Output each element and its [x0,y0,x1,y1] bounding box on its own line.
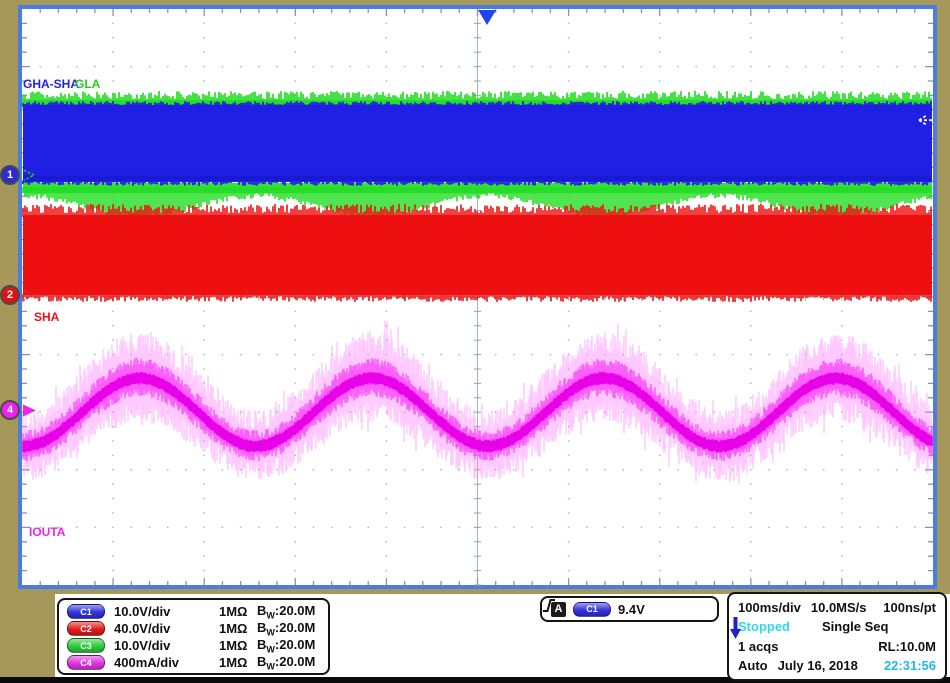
channel-row-c3: C3 10.0V/div1MΩBW:20.0M [67,637,320,654]
acq-state: Stopped [738,619,822,634]
channel-scale: 400mA/div [114,655,219,670]
channel-bandwidth: BW:20.0M [257,620,315,638]
trigger-readout-panel: A C1 9.4V [540,596,719,622]
record-length: RL:10.0M [878,639,936,654]
channel-position-marker-2[interactable]: 2 [0,285,20,305]
trace-label-c2: SHA [34,310,59,324]
time-value: 22:31:56 [884,658,936,673]
channel-bandwidth: BW:20.0M [257,654,315,672]
datetime-row: Auto July 16, 2018 22:31:56 [738,656,936,675]
down-arrow-icon [729,616,742,640]
channel-scale: 10.0V/div [114,638,219,653]
channel-badge-c2[interactable]: C2 [67,621,105,636]
acqs-row: 1 acqs RL:10.0M [738,637,936,656]
acquisition-panel: 100ms/div 10.0MS/s 100ns/pt Stopped Sing… [727,592,947,681]
trace-label-c1: GHA-SHA [23,77,79,91]
channel-row-c2: C2 40.0V/div1MΩBW:20.0M [67,620,320,637]
channel-row-c1: C1 10.0V/div1MΩBW:20.0M [67,603,320,620]
channel-badge-c3[interactable]: C3 [67,638,105,653]
date-value: July 16, 2018 [778,658,858,673]
channel-scale: 10.0V/div [114,604,219,619]
acq-count: 1 acqs [738,639,778,654]
trigger-mode: Auto [738,658,768,673]
channel-bandwidth: BW:20.0M [257,603,315,621]
trace-label-c3: GLA [75,77,100,91]
channel-impedance: 1MΩ [219,621,257,636]
resolution-value: 100ns/pt [883,600,936,615]
acq-mode: Single Seq [822,619,888,634]
oscilloscope-screen: GHA-SHA GLA SHA IOUTA 124 C110.0V/div1MΩ… [0,0,950,683]
channel-impedance: 1MΩ [219,604,257,619]
timebase-value: 100ms/div [738,600,801,615]
channel-impedance: 1MΩ [219,638,257,653]
trigger-source-badge: C1 [573,602,611,617]
channel-scale: 40.0V/div [114,621,219,636]
sample-rate-value: 10.0MS/s [811,600,867,615]
channel-row-c4: C4 400mA/div1MΩBW:20.0M [67,654,320,671]
rising-edge-icon [542,598,556,613]
channel-readout-panel: C110.0V/div1MΩBW:20.0MC240.0V/div1MΩBW:2… [57,598,330,675]
trigger-level-value: 9.4V [618,602,645,617]
waveform-display [0,0,950,592]
timebase-row: 100ms/div 10.0MS/s 100ns/pt [738,598,936,617]
channel-bandwidth: BW:20.0M [257,637,315,655]
channel-badge-c1[interactable]: C1 [67,604,105,619]
trace-label-c4: IOUTA [29,525,65,539]
state-row: Stopped Single Seq [738,617,936,636]
channel-badge-c4[interactable]: C4 [67,655,105,670]
channel-impedance: 1MΩ [219,655,257,670]
